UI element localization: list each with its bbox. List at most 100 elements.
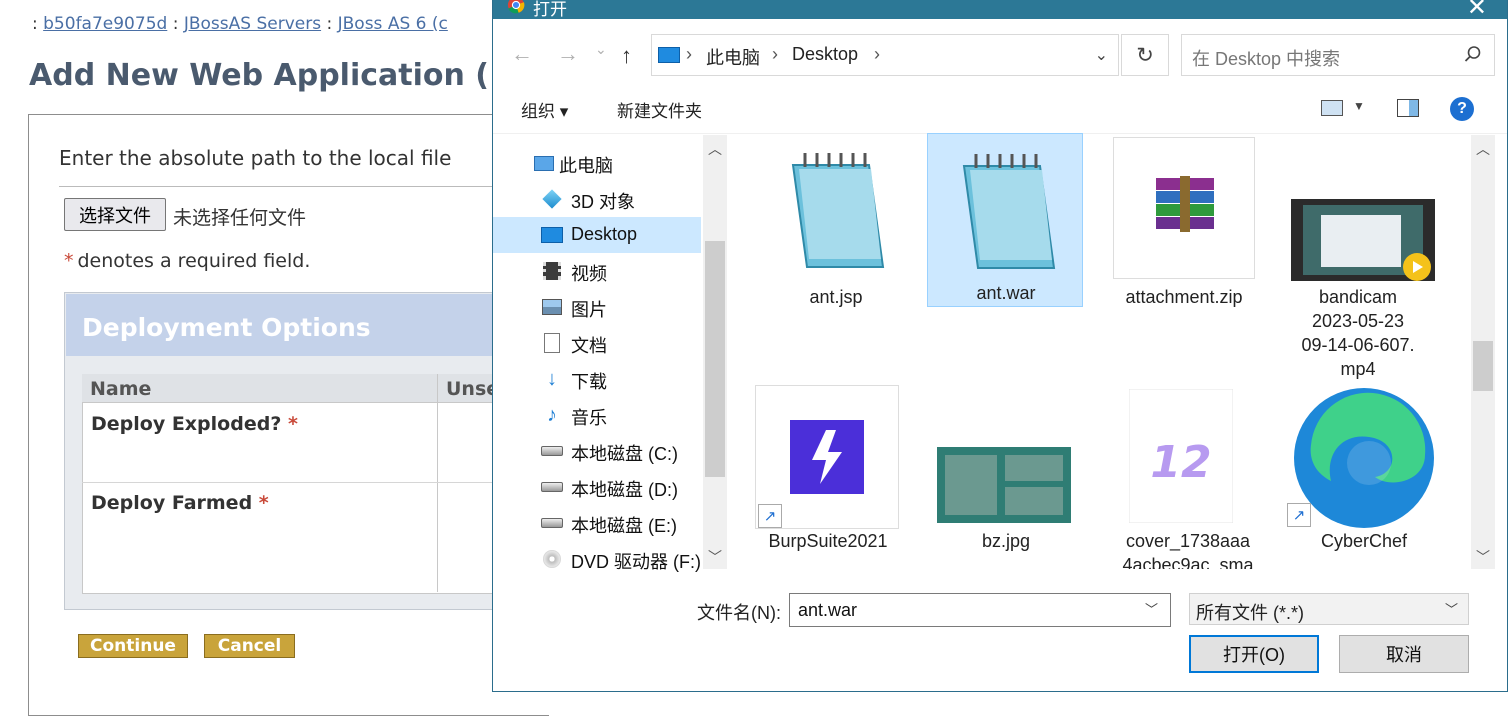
required-note-text: denotes a required field.: [77, 250, 311, 272]
breadcrumb-link-server[interactable]: JBoss AS 6 (c: [338, 14, 448, 34]
computer-icon: [533, 153, 555, 173]
required-star: *: [258, 492, 269, 514]
address-segment-desktop[interactable]: Desktop: [792, 44, 858, 65]
tree-item-3d-objects[interactable]: 3D 对象: [493, 181, 701, 217]
instruction-text: Enter the absolute path to the local fil…: [59, 146, 452, 170]
tree-item-pictures[interactable]: 图片: [493, 289, 701, 325]
music-icon: ♪: [547, 403, 557, 426]
tree-item-music[interactable]: ♪ 音乐: [493, 397, 701, 433]
svg-text:12: 12: [1150, 437, 1211, 488]
tree-label: 音乐: [571, 408, 607, 428]
drive-icon: [541, 477, 563, 497]
scroll-up-icon[interactable]: ︿: [1476, 139, 1490, 159]
dialog-title: 打开: [533, 0, 567, 19]
tree-item-desktop[interactable]: Desktop: [493, 217, 701, 253]
search-placeholder: 在 Desktop 中搜索: [1192, 49, 1341, 69]
no-file-chosen-text: 未选择任何文件: [173, 207, 307, 229]
file-item-attachment-zip[interactable]: attachment.zip: [1113, 137, 1271, 307]
tree-item-this-pc[interactable]: 此电脑: [493, 145, 701, 181]
preview-pane-icon[interactable]: [1397, 99, 1419, 117]
tree-item-dvd-f[interactable]: DVD 驱动器 (F:): [493, 541, 701, 577]
tree-label: 此电脑: [559, 156, 613, 176]
required-star: *: [287, 413, 298, 435]
tree-label: 本地磁盘 (D:): [571, 480, 678, 500]
address-segment-this-pc[interactable]: 此电脑: [706, 44, 760, 70]
forward-arrow-icon[interactable]: →: [557, 41, 579, 67]
breadcrumb-sep: :: [172, 14, 179, 34]
chevron-down-icon[interactable]: ⌄: [1095, 45, 1108, 65]
breadcrumb-sep: :: [326, 14, 333, 34]
breadcrumb: : b50fa7e9075d : JBossAS Servers : JBoss…: [32, 14, 448, 34]
file-type-value: 所有文件 (*.*): [1196, 603, 1304, 623]
notepad-icon: [791, 153, 885, 268]
view-mode-icon[interactable]: [1321, 100, 1343, 116]
up-arrow-icon[interactable]: ↑: [621, 43, 632, 69]
recent-locations-icon[interactable]: ⌄: [595, 41, 607, 58]
tree-scrollbar-thumb[interactable]: [705, 241, 725, 477]
filename-input[interactable]: [789, 593, 1171, 627]
row-separator: [82, 482, 504, 483]
file-name: cover_1738aaa 4acbec9ac_sma: [1122, 531, 1254, 569]
options-table: [82, 374, 506, 594]
row-label-text: Deploy Farmed: [91, 492, 253, 514]
search-icon: [1464, 46, 1481, 62]
search-input[interactable]: 在 Desktop 中搜索: [1181, 34, 1495, 76]
file-thumbnail: [1113, 137, 1255, 279]
video-thumbnail-icon: [1291, 199, 1435, 281]
burpsuite-icon: [790, 420, 864, 494]
tree-item-drive-c[interactable]: 本地磁盘 (C:): [493, 433, 701, 469]
address-bar[interactable]: › 此电脑 › Desktop › ⌄: [651, 34, 1119, 76]
tree-item-drive-d[interactable]: 本地磁盘 (D:): [493, 469, 701, 505]
file-type-select[interactable]: 所有文件 (*.*) ﹀: [1189, 593, 1469, 625]
cancel-button[interactable]: 取消: [1339, 635, 1469, 673]
breadcrumb-link-resource[interactable]: b50fa7e9075d: [43, 14, 167, 34]
tree-item-downloads[interactable]: ↓ 下载: [493, 361, 701, 397]
scroll-down-icon[interactable]: ﹀: [1476, 547, 1490, 567]
cover-image-icon: 12: [1129, 389, 1233, 523]
column-separator: [437, 374, 438, 592]
file-list-scrollbar-thumb[interactable]: [1473, 341, 1493, 391]
breadcrumb-sep: :: [32, 14, 38, 34]
choose-file-button[interactable]: 选择文件: [64, 198, 166, 231]
chevron-down-icon[interactable]: ▼: [1353, 99, 1365, 113]
back-arrow-icon[interactable]: ←: [511, 41, 533, 67]
file-item-cover-image[interactable]: 12 cover_1738aaa 4acbec9ac_sma: [1109, 385, 1267, 569]
tree-item-drive-e[interactable]: 本地磁盘 (E:): [493, 505, 701, 541]
divider: [59, 186, 499, 187]
close-icon[interactable]: ✕: [1467, 0, 1487, 22]
help-icon[interactable]: ?: [1450, 97, 1474, 121]
cube-3d-icon: [541, 189, 563, 209]
scroll-down-icon[interactable]: ﹀: [708, 547, 722, 567]
file-item-bandicam-mp4[interactable]: bandicam 2023-05-23 09-14-06-607. mp4: [1285, 137, 1443, 379]
open-file-dialog: 打开 ✕ ← → ⌄ ↑ › 此电脑 › Desktop › ⌄ ↻ 在 Des…: [492, 0, 1508, 692]
refresh-button[interactable]: ↻: [1121, 34, 1169, 76]
organize-menu-button[interactable]: 组织 ▾: [521, 97, 568, 122]
continue-button[interactable]: Continue: [78, 634, 188, 658]
dvd-icon: [541, 549, 563, 569]
open-button[interactable]: 打开(O): [1189, 635, 1319, 673]
file-item-cyberchef[interactable]: ↗ CyberChef: [1285, 385, 1443, 565]
dialog-titlebar: 打开 ✕: [493, 0, 1507, 22]
scroll-up-icon[interactable]: ︿: [708, 139, 722, 159]
cancel-button[interactable]: Cancel: [204, 634, 295, 658]
required-star: *: [64, 250, 74, 272]
edge-browser-icon: [1294, 388, 1434, 528]
tree-label: 下载: [571, 372, 607, 392]
tree-item-videos[interactable]: 视频: [493, 253, 701, 289]
file-item-bz-jpg[interactable]: bz.jpg: [927, 385, 1085, 565]
file-item-ant-war[interactable]: ant.war: [927, 133, 1085, 309]
tree-label: 本地磁盘 (E:): [571, 516, 677, 536]
file-item-burpsuite[interactable]: ↗ BurpSuite2021: [755, 385, 913, 565]
download-icon: ↓: [547, 367, 557, 390]
file-item-ant-jsp[interactable]: ant.jsp: [757, 137, 915, 307]
tree-label: 3D 对象: [571, 192, 636, 212]
column-header-name: Name: [90, 378, 152, 400]
tree-item-documents[interactable]: 文档: [493, 325, 701, 361]
chevron-down-icon: ﹀: [1444, 602, 1458, 617]
chevron-down-icon[interactable]: ﹀: [1145, 599, 1158, 618]
file-thumbnail: ↗: [755, 385, 899, 529]
breadcrumb-link-servers[interactable]: JBossAS Servers: [184, 14, 321, 34]
new-folder-button[interactable]: 新建文件夹: [617, 97, 702, 122]
image-thumbnail-icon: [937, 447, 1071, 523]
video-icon: [541, 261, 563, 281]
